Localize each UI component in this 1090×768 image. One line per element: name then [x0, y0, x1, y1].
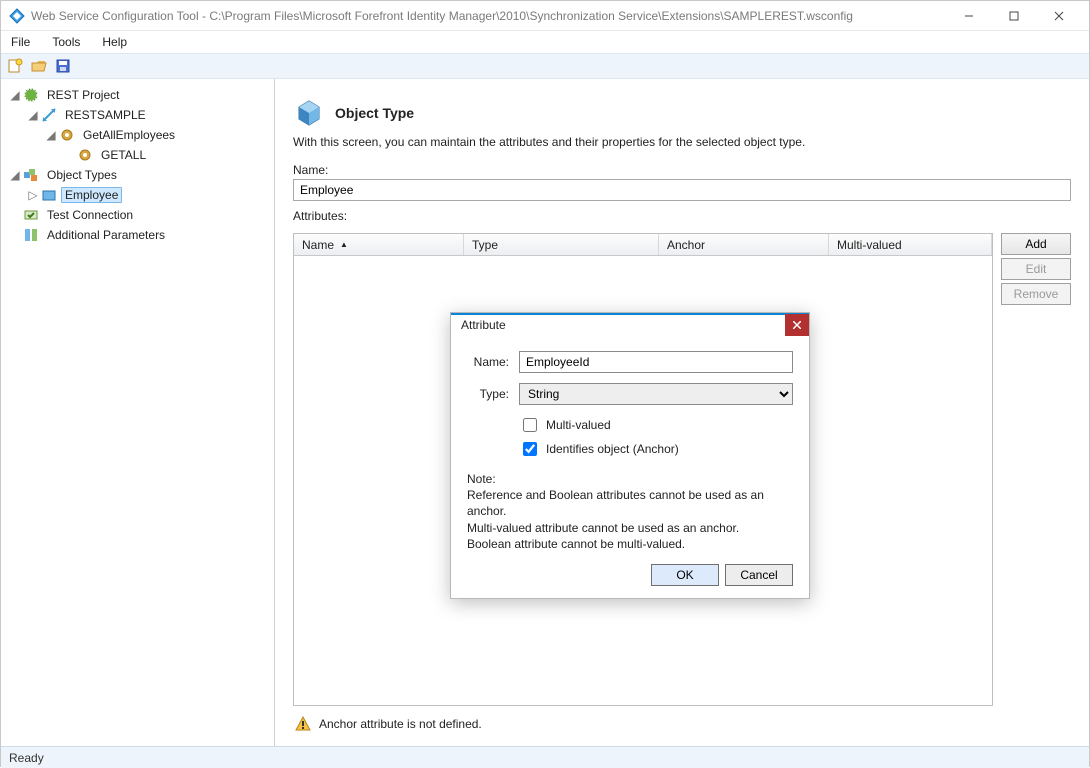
warning-text: Anchor attribute is not defined. — [319, 717, 482, 731]
dialog-multivalued-checkbox[interactable] — [523, 418, 537, 432]
objects-icon — [23, 167, 39, 183]
edit-button[interactable]: Edit — [1001, 258, 1071, 280]
tree-object-types[interactable]: ◢ Object Types — [1, 165, 274, 185]
note-label: Note: — [467, 471, 793, 487]
tree-label: Additional Parameters — [43, 228, 169, 242]
dialog-anchor-checkbox[interactable] — [523, 442, 537, 456]
tree-test-connection[interactable]: Test Connection — [1, 205, 274, 225]
tree-label: Employee — [61, 187, 122, 203]
window-title: Web Service Configuration Tool - C:\Prog… — [31, 9, 946, 23]
warning-icon — [295, 716, 311, 732]
tree-additional-parameters[interactable]: Additional Parameters — [1, 225, 274, 245]
dialog-name-label: Name: — [467, 355, 509, 369]
attribute-buttons: Add Edit Remove — [1001, 233, 1071, 706]
sidebar: ◢ REST Project ◢ RESTSAMPLE ◢ GetAllEmpl… — [1, 79, 275, 746]
toolbar — [1, 53, 1089, 79]
attributes-label: Attributes: — [293, 209, 1071, 223]
minimize-button[interactable] — [946, 2, 991, 30]
menu-file[interactable]: File — [7, 33, 34, 51]
name-label: Name: — [293, 163, 1071, 177]
statusbar: Ready — [1, 746, 1089, 768]
titlebar: Web Service Configuration Tool - C:\Prog… — [1, 1, 1089, 31]
tree-label: Test Connection — [43, 208, 137, 222]
tree-label: RESTSAMPLE — [61, 108, 150, 122]
open-icon[interactable] — [31, 58, 47, 74]
dialog-anchor-label: Identifies object (Anchor) — [546, 442, 679, 456]
tree-restsample[interactable]: ◢ RESTSAMPLE — [1, 105, 274, 125]
connection-icon — [41, 107, 57, 123]
params-icon — [23, 227, 39, 243]
attribute-dialog: Attribute Name: Type: String Multi-value… — [450, 312, 810, 599]
test-icon — [23, 207, 39, 223]
menubar: File Tools Help — [1, 31, 1089, 53]
object-icon — [41, 187, 57, 203]
cube-icon — [293, 97, 325, 129]
tree-label: GETALL — [97, 148, 150, 162]
dialog-cancel-button[interactable]: Cancel — [725, 564, 793, 586]
dialog-title: Attribute — [461, 318, 785, 332]
column-type[interactable]: Type — [464, 234, 659, 255]
sort-asc-icon: ▲ — [340, 240, 348, 249]
dialog-multivalued-label: Multi-valued — [546, 418, 611, 432]
note-line1: Reference and Boolean attributes cannot … — [467, 487, 793, 519]
tree-rest-project[interactable]: ◢ REST Project — [1, 85, 274, 105]
expand-icon[interactable]: ▷ — [27, 189, 39, 201]
close-button[interactable] — [1036, 2, 1081, 30]
gear-icon — [59, 127, 75, 143]
dialog-note: Note: Reference and Boolean attributes c… — [467, 471, 793, 552]
column-multi[interactable]: Multi-valued — [829, 234, 992, 255]
menu-help[interactable]: Help — [98, 33, 131, 51]
note-line3: Boolean attribute cannot be multi-valued… — [467, 536, 793, 552]
note-line2: Multi-valued attribute cannot be used as… — [467, 520, 793, 536]
tree-label: REST Project — [43, 88, 123, 102]
dialog-name-input[interactable] — [519, 351, 793, 373]
save-icon[interactable] — [55, 58, 71, 74]
remove-button[interactable]: Remove — [1001, 283, 1071, 305]
dialog-type-label: Type: — [467, 387, 509, 401]
expand-spacer — [9, 209, 21, 221]
attributes-header: Name▲ Type Anchor Multi-valued — [294, 234, 992, 256]
warning-row: Anchor attribute is not defined. — [293, 706, 1071, 746]
tree-getallemployees[interactable]: ◢ GetAllEmployees — [1, 125, 274, 145]
column-name[interactable]: Name▲ — [294, 234, 464, 255]
add-button[interactable]: Add — [1001, 233, 1071, 255]
dialog-ok-button[interactable]: OK — [651, 564, 719, 586]
expand-icon[interactable]: ◢ — [27, 109, 39, 121]
tree-label: Object Types — [43, 168, 121, 182]
expand-spacer — [9, 229, 21, 241]
tree-label: GetAllEmployees — [79, 128, 179, 142]
project-icon — [23, 87, 39, 103]
expand-icon[interactable]: ◢ — [9, 169, 21, 181]
page-title: Object Type — [335, 105, 414, 121]
page-description: With this screen, you can maintain the a… — [293, 135, 1071, 149]
expand-icon[interactable]: ◢ — [9, 89, 21, 101]
dialog-close-button[interactable] — [785, 314, 809, 336]
object-type-header: Object Type — [293, 97, 1071, 129]
maximize-button[interactable] — [991, 2, 1036, 30]
app-icon — [9, 8, 25, 24]
expand-icon[interactable]: ◢ — [45, 129, 57, 141]
new-icon[interactable] — [7, 58, 23, 74]
expand-spacer — [63, 149, 75, 161]
dialog-type-select[interactable]: String — [519, 383, 793, 405]
name-input[interactable] — [293, 179, 1071, 201]
gear-icon — [77, 147, 93, 163]
column-anchor[interactable]: Anchor — [659, 234, 829, 255]
tree-employee[interactable]: ▷ Employee — [1, 185, 274, 205]
window-controls — [946, 2, 1081, 30]
dialog-titlebar[interactable]: Attribute — [451, 313, 809, 335]
menu-tools[interactable]: Tools — [48, 33, 84, 51]
tree-getall[interactable]: GETALL — [1, 145, 274, 165]
status-text: Ready — [9, 751, 44, 765]
